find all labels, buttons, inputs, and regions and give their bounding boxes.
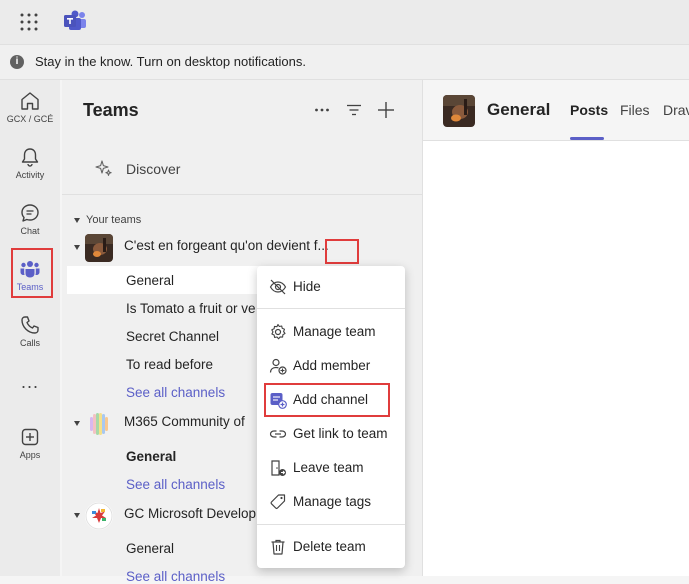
main-content: General Posts Files Drav — [423, 80, 689, 576]
active-tab-indicator — [570, 137, 604, 140]
menu-item-get-link[interactable]: Get link to team — [257, 419, 405, 449]
section-your-teams: Your teams — [86, 214, 142, 226]
highlight-box — [264, 383, 390, 417]
divider — [62, 194, 422, 195]
rail-label: Calls — [19, 338, 40, 348]
phone-icon — [21, 316, 39, 334]
menu-divider — [257, 524, 405, 525]
link-icon — [269, 430, 287, 438]
discover-link[interactable]: Discover — [126, 161, 180, 177]
more-apps-button[interactable]: ... — [0, 372, 60, 393]
team-avatar — [85, 410, 113, 438]
home-icon — [21, 92, 39, 110]
channel-item[interactable]: To read before — [126, 357, 213, 372]
gear-icon — [271, 323, 286, 340]
chat-icon — [21, 204, 39, 222]
channel-item[interactable]: Is Tomato a fruit or ve — [126, 301, 256, 316]
channel-item-general[interactable]: General — [126, 449, 176, 464]
rail-label: GCX / GCÉ — [6, 114, 54, 124]
tag-icon — [270, 494, 286, 509]
channel-header: General Posts Files Drav — [423, 80, 689, 141]
app-rail: GCX / GCÉ Activity Chat Teams Calls ... … — [0, 80, 60, 576]
see-all-channels-link[interactable]: See all channels — [126, 477, 225, 492]
tab-posts[interactable]: Posts — [570, 102, 608, 118]
rail-item-chat[interactable]: Chat — [0, 202, 60, 236]
app-launcher-icon[interactable] — [19, 12, 39, 32]
rail-label: Apps — [19, 450, 41, 460]
menu-item-label: Delete team — [293, 539, 366, 554]
tab-files[interactable]: Files — [620, 102, 650, 118]
bell-icon — [21, 148, 39, 167]
team-avatar — [85, 502, 113, 530]
create-team-icon[interactable] — [377, 98, 395, 122]
team-name: M365 Community of — [124, 414, 245, 429]
channel-item-general[interactable]: General — [126, 541, 174, 556]
highlight-box — [11, 248, 53, 298]
menu-item-label: Manage tags — [293, 494, 372, 509]
menu-item-label: Manage team — [293, 324, 376, 339]
menu-item-label: Hide — [293, 279, 321, 294]
banner-text: Stay in the know. Turn on desktop notifi… — [35, 54, 306, 69]
menu-item-delete-team[interactable]: Delete team — [257, 532, 405, 562]
trash-icon — [271, 539, 285, 555]
more-options-icon[interactable] — [314, 98, 330, 122]
menu-item-manage-team[interactable]: Manage team — [257, 317, 405, 347]
see-all-channels-link[interactable]: See all channels — [126, 569, 225, 584]
team-name: C'est en forgeant qu'on devient f... — [124, 238, 329, 253]
channel-item[interactable]: Secret Channel — [126, 329, 219, 344]
channel-item-general[interactable]: General — [126, 273, 174, 288]
rail-label: Chat — [20, 226, 40, 236]
menu-item-leave-team[interactable]: Leave team — [257, 453, 405, 483]
menu-item-label: Get link to team — [293, 426, 388, 441]
tab-drawing[interactable]: Drav — [663, 102, 689, 118]
page-title: Teams — [83, 100, 139, 120]
team-row[interactable]: C'est en forgeant qu'on devient f... — [62, 234, 422, 262]
highlight-box — [325, 239, 359, 264]
notification-banner: i Stay in the know. Turn on desktop noti… — [0, 45, 689, 80]
add-apps-icon — [21, 428, 39, 446]
filter-icon[interactable] — [346, 98, 362, 122]
team-name: GC Microsoft Develop — [124, 506, 257, 521]
rail-item-calls[interactable]: Calls — [0, 314, 60, 348]
see-all-channels-link[interactable]: See all channels — [126, 385, 225, 400]
teams-logo-icon — [64, 10, 86, 30]
menu-item-label: Leave team — [293, 460, 364, 475]
team-context-menu: Hide Manage team Add member Add channel … — [257, 266, 405, 568]
rail-item-apps[interactable]: Apps — [0, 426, 60, 460]
sparkle-icon — [95, 160, 112, 176]
menu-item-hide[interactable]: Hide — [257, 272, 405, 302]
collapse-caret-icon[interactable] — [74, 245, 80, 250]
collapse-caret-icon[interactable] — [74, 513, 80, 518]
rail-label: Activity — [15, 170, 45, 180]
leave-icon — [271, 460, 286, 476]
menu-item-add-member[interactable]: Add member — [257, 351, 405, 381]
collapse-caret-icon[interactable] — [74, 218, 80, 223]
add-person-icon — [269, 358, 287, 375]
eye-off-icon — [269, 279, 287, 295]
channel-title: General — [487, 100, 551, 119]
menu-item-label: Add member — [293, 358, 371, 373]
rail-item-home[interactable]: GCX / GCÉ — [0, 90, 60, 124]
collapse-caret-icon[interactable] — [74, 421, 80, 426]
info-icon: i — [10, 55, 24, 69]
team-avatar — [85, 234, 113, 262]
top-bar — [0, 0, 689, 45]
menu-item-manage-tags[interactable]: Manage tags — [257, 487, 405, 517]
rail-item-activity[interactable]: Activity — [0, 146, 60, 180]
channel-avatar — [443, 95, 475, 127]
menu-divider — [257, 308, 405, 309]
